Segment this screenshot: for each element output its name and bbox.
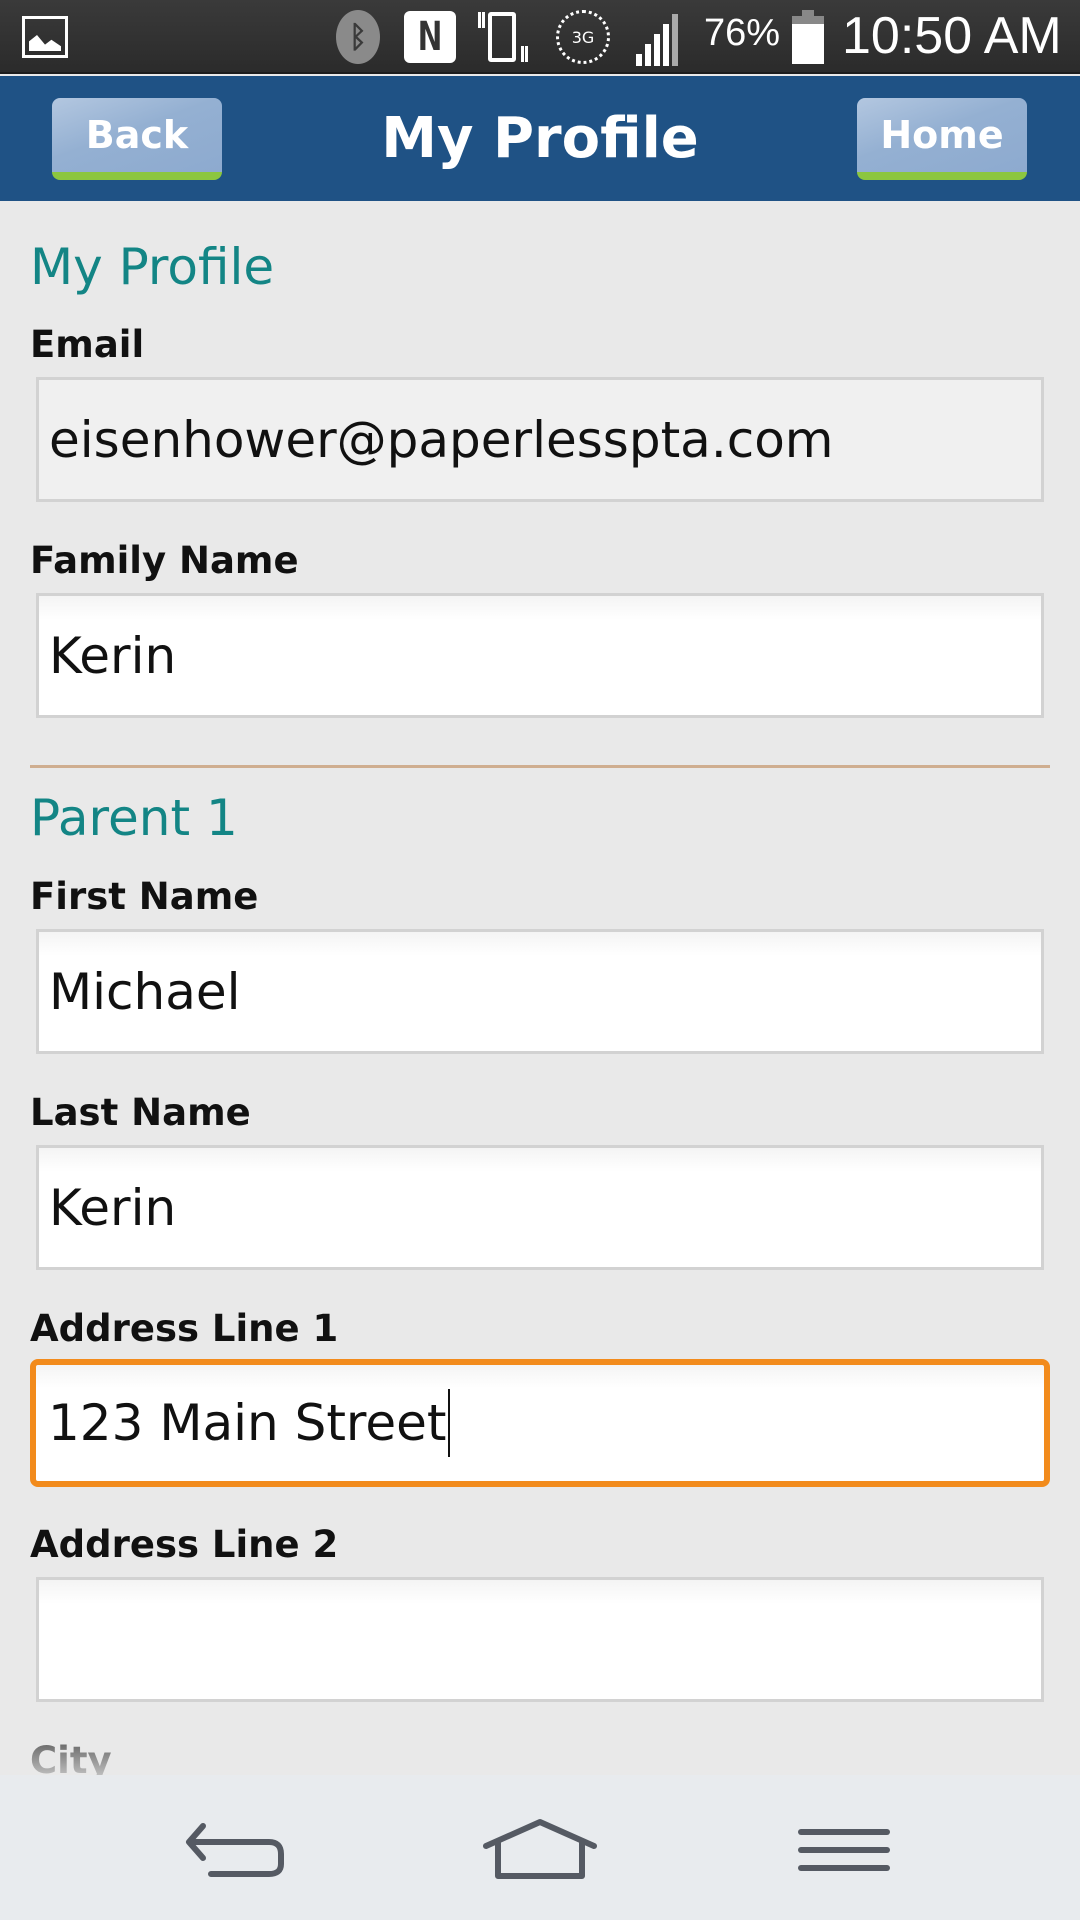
family-name-label: Family Name: [30, 539, 299, 582]
nfc-icon: N: [404, 11, 456, 63]
signal-icon: [634, 10, 690, 66]
address-line-1-label: Address Line 1: [30, 1307, 339, 1350]
image-notification-icon: [22, 16, 68, 58]
battery-percent: 76%: [704, 12, 781, 54]
home-button[interactable]: Home: [857, 98, 1027, 180]
address-line-2-field[interactable]: [36, 1577, 1044, 1702]
address-line-1-field[interactable]: 123 Main Street: [30, 1359, 1050, 1487]
profile-form: My Profile Email eisenhower@paperlesspta…: [0, 201, 1080, 1775]
address-line-1-value: 123 Main Street: [48, 1394, 447, 1452]
back-icon: [186, 1823, 284, 1877]
nav-menu-button[interactable]: [784, 1815, 904, 1885]
home-icon: [483, 1819, 597, 1879]
email-value: eisenhower@paperlesspta.com: [49, 410, 834, 469]
battery-icon: [792, 10, 824, 64]
email-label: Email: [30, 323, 145, 366]
section-divider: [30, 765, 1050, 768]
section-title-parent-1: Parent 1: [30, 789, 238, 847]
section-title-my-profile: My Profile: [30, 238, 275, 296]
last-name-label: Last Name: [30, 1091, 251, 1134]
scroll-fade: [0, 1735, 1080, 1775]
system-nav-bar: [0, 1775, 1080, 1920]
nav-home-button[interactable]: [480, 1815, 600, 1885]
nav-back-button[interactable]: [176, 1815, 296, 1885]
bluetooth-icon: ᛒ: [336, 10, 380, 64]
first-name-value: Michael: [49, 962, 241, 1021]
status-bar: ᛒ N 3G 76% 10:50 AM: [0, 0, 1080, 74]
family-name-value: Kerin: [49, 626, 177, 685]
3g-data-icon: 3G: [556, 10, 610, 64]
address-line-2-label: Address Line 2: [30, 1523, 339, 1566]
network-type: 3G: [571, 27, 595, 47]
clock: 10:50 AM: [842, 7, 1062, 65]
vibrate-icon: [474, 8, 532, 66]
app-header: Back My Profile Home: [0, 76, 1080, 201]
first-name-field[interactable]: Michael: [36, 929, 1044, 1054]
menu-icon: [798, 1829, 890, 1871]
email-field[interactable]: eisenhower@paperlesspta.com: [36, 377, 1044, 502]
last-name-field[interactable]: Kerin: [36, 1145, 1044, 1270]
first-name-label: First Name: [30, 875, 259, 918]
last-name-value: Kerin: [49, 1178, 177, 1237]
text-cursor: [447, 1389, 450, 1457]
family-name-field[interactable]: Kerin: [36, 593, 1044, 718]
